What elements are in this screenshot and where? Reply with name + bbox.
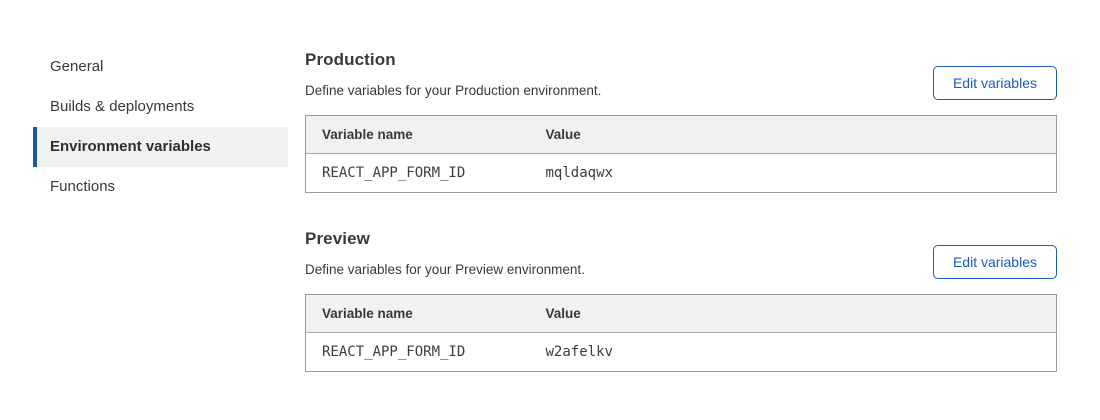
environment-variables-panel: Production Define variables for your Pro… — [305, 50, 1057, 372]
table-header: Variable name Value — [306, 295, 1057, 333]
column-header-variable-name: Variable name — [306, 295, 530, 333]
variable-name-cell: REACT_APP_FORM_ID — [306, 154, 530, 193]
sidebar-item-environment-variables[interactable]: Environment variables — [33, 127, 288, 167]
preview-section: Preview Define variables for your Previe… — [305, 229, 1057, 372]
variable-name-cell: REACT_APP_FORM_ID — [306, 333, 530, 372]
section-title-production: Production — [305, 50, 601, 70]
edit-variables-button-preview[interactable]: Edit variables — [933, 245, 1057, 279]
table-body: REACT_APP_FORM_ID mqldaqwx — [306, 154, 1057, 193]
production-variables-table: Variable name Value REACT_APP_FORM_ID mq… — [305, 115, 1057, 193]
preview-section-heading: Preview Define variables for your Previe… — [305, 229, 585, 277]
section-description-preview: Define variables for your Preview enviro… — [305, 262, 585, 277]
section-title-preview: Preview — [305, 229, 585, 249]
table-header-row: Variable name Value — [306, 116, 1057, 154]
production-section-heading: Production Define variables for your Pro… — [305, 50, 601, 98]
variable-value-cell: w2afelkv — [530, 333, 1057, 372]
production-section: Production Define variables for your Pro… — [305, 50, 1057, 193]
preview-section-header: Preview Define variables for your Previe… — [305, 229, 1057, 277]
variable-value-cell: mqldaqwx — [530, 154, 1057, 193]
table-header: Variable name Value — [306, 116, 1057, 154]
table-body: REACT_APP_FORM_ID w2afelkv — [306, 333, 1057, 372]
preview-variables-table: Variable name Value REACT_APP_FORM_ID w2… — [305, 294, 1057, 372]
section-description-production: Define variables for your Production env… — [305, 83, 601, 98]
table-row: REACT_APP_FORM_ID w2afelkv — [306, 333, 1057, 372]
sidebar-item-functions[interactable]: Functions — [33, 167, 288, 207]
column-header-value: Value — [530, 295, 1057, 333]
sidebar-item-general[interactable]: General — [33, 47, 288, 87]
settings-sidebar: General Builds & deployments Environment… — [33, 47, 288, 207]
settings-page: General Builds & deployments Environment… — [0, 0, 1100, 420]
column-header-value: Value — [530, 116, 1057, 154]
edit-variables-button-production[interactable]: Edit variables — [933, 66, 1057, 100]
table-header-row: Variable name Value — [306, 295, 1057, 333]
production-section-header: Production Define variables for your Pro… — [305, 50, 1057, 98]
table-row: REACT_APP_FORM_ID mqldaqwx — [306, 154, 1057, 193]
column-header-variable-name: Variable name — [306, 116, 530, 154]
sidebar-item-builds-deployments[interactable]: Builds & deployments — [33, 87, 288, 127]
